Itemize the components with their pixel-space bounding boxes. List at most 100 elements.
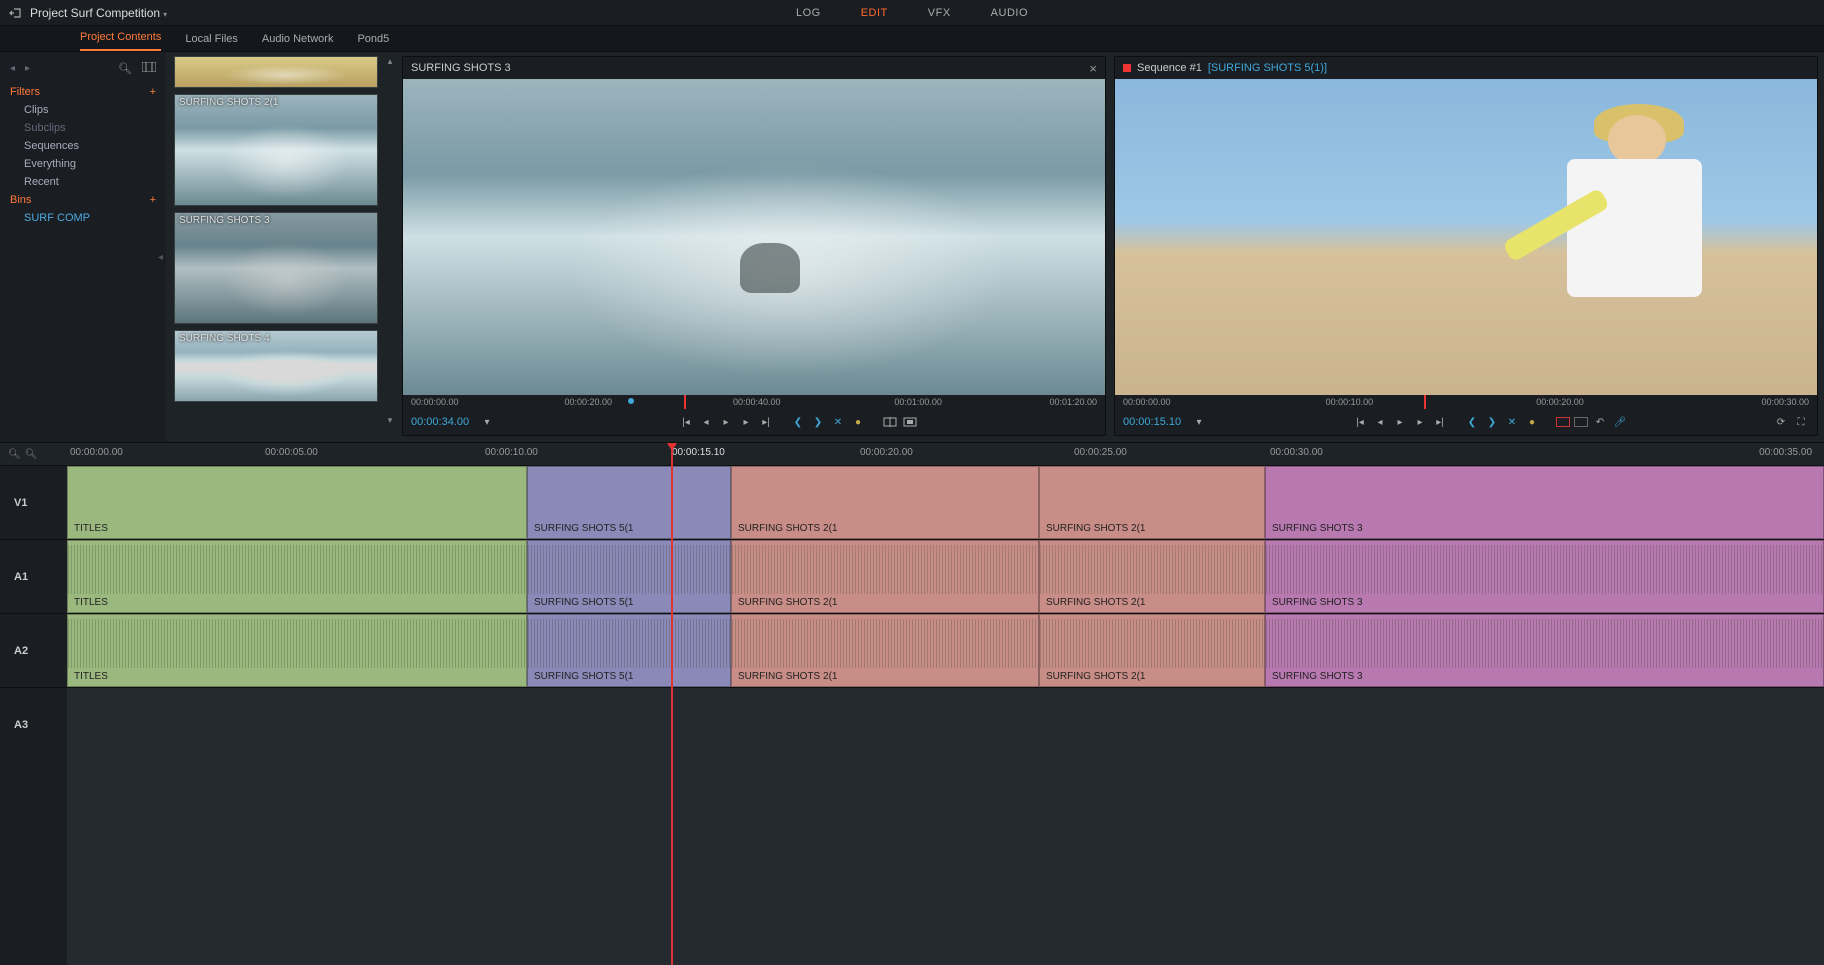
chevron-down-icon: ▾ [163, 10, 167, 19]
view-mode-icon[interactable] [142, 62, 156, 75]
filters-label: Filters [10, 86, 40, 98]
scroll-up-icon[interactable]: ▴ [388, 56, 393, 67]
clip[interactable]: SURFING SHOTS 5(1 [527, 614, 731, 687]
chevron-down-icon[interactable]: ▾ [1191, 414, 1207, 430]
import-icon[interactable] [8, 6, 22, 20]
play-icon[interactable]: ▸ [1392, 414, 1408, 430]
record-viewer-ruler[interactable]: 00:00:00.00 00:00:10.00 00:00:20.00 00:0… [1115, 395, 1817, 409]
scroll-down-icon[interactable]: ▾ [388, 415, 393, 426]
clip[interactable]: SURFING SHOTS 2(1 [731, 540, 1039, 613]
arrow-left-icon[interactable]: ◂ [10, 63, 15, 74]
filter-subclips[interactable]: Subclips [0, 119, 166, 137]
add-marker-icon[interactable]: ● [850, 414, 866, 430]
clip[interactable]: SURFING SHOTS 3 [1265, 466, 1824, 539]
filter-recent[interactable]: Recent [0, 173, 166, 191]
clip[interactable]: SURFING SHOTS 2(1 [1039, 614, 1265, 687]
project-title-dropdown[interactable]: Project Surf Competition▾ [30, 6, 167, 20]
zoom-in-icon[interactable]: 🔍︎ [25, 449, 38, 460]
clip[interactable]: SURFING SHOTS 2(1 [731, 614, 1039, 687]
clip[interactable]: SURFING SHOTS 2(1 [1039, 540, 1265, 613]
in-point-marker[interactable] [628, 398, 634, 404]
step-forward-icon[interactable]: ▸ [1412, 414, 1428, 430]
mark-in-icon[interactable]: ❮ [1464, 414, 1480, 430]
zoom-out-icon[interactable]: 🔍︎ [8, 449, 21, 460]
source-viewer-ruler[interactable]: 00:00:00.00 00:00:20.00 00:00:40.00 00:0… [403, 395, 1105, 409]
clip[interactable]: SURFING SHOTS 2(1 [1039, 466, 1265, 539]
track-label-a2[interactable]: A2 [0, 613, 67, 687]
audio-icon[interactable]: 🎤︎ [1612, 414, 1628, 430]
filter-sequences[interactable]: Sequences [0, 137, 166, 155]
chevron-down-icon[interactable]: ▾ [479, 414, 495, 430]
clip-thumbnail[interactable]: SURFING SHOTS 4 [174, 330, 378, 402]
insert-icon[interactable] [882, 414, 898, 430]
lift-icon[interactable] [1574, 417, 1588, 427]
bin-surf-comp[interactable]: SURF COMP [0, 209, 166, 227]
goto-start-icon[interactable]: |◂ [678, 414, 694, 430]
tab-local-files[interactable]: Local Files [185, 33, 238, 51]
clip-label: SURFING SHOTS 2(1 [738, 523, 837, 534]
tab-edit[interactable]: EDIT [861, 7, 888, 19]
source-playhead-marker[interactable] [684, 395, 686, 409]
source-timecode[interactable]: 00:00:34.00 [411, 416, 471, 428]
timeline-tracks[interactable]: TITLES SURFING SHOTS 5(1 SURFING SHOTS 2… [67, 465, 1824, 965]
clip[interactable]: SURFING SHOTS 3 [1265, 614, 1824, 687]
tab-audio-network[interactable]: Audio Network [262, 33, 334, 51]
tab-vfx[interactable]: VFX [928, 7, 951, 19]
goto-end-icon[interactable]: ▸| [1432, 414, 1448, 430]
step-forward-icon[interactable]: ▸ [738, 414, 754, 430]
play-icon[interactable]: ▸ [718, 414, 734, 430]
clear-marks-icon[interactable]: ✕ [1504, 414, 1520, 430]
ruler-tick: 00:00:20.00 [564, 397, 612, 407]
mark-in-icon[interactable]: ❮ [790, 414, 806, 430]
sequence-name[interactable]: Sequence #1 [1137, 62, 1202, 74]
step-back-icon[interactable]: ◂ [698, 414, 714, 430]
record-timecode[interactable]: 00:00:15.10 [1123, 416, 1183, 428]
goto-end-icon[interactable]: ▸| [758, 414, 774, 430]
track-label-a1[interactable]: A1 [0, 539, 67, 613]
clip[interactable]: TITLES [67, 614, 527, 687]
clip[interactable]: SURFING SHOTS 5(1 [527, 540, 731, 613]
timeline-ruler[interactable]: 🔍︎ 🔍︎ 00:00:00.00 00:00:05.00 00:00:10.0… [0, 443, 1824, 465]
source-viewer-canvas[interactable] [403, 79, 1105, 395]
track-label-v1[interactable]: V1 [0, 465, 67, 539]
tab-pond5[interactable]: Pond5 [357, 33, 389, 51]
clip[interactable]: SURFING SHOTS 3 [1265, 540, 1824, 613]
clip-thumbnail[interactable]: SURFING SHOTS 3 [174, 212, 378, 324]
search-icon[interactable]: 🔍︎ [118, 62, 132, 75]
goto-start-icon[interactable]: |◂ [1352, 414, 1368, 430]
loop-icon[interactable]: ⟳ [1773, 414, 1789, 430]
clip-thumbnail[interactable] [174, 56, 378, 88]
clip[interactable]: SURFING SHOTS 5(1 [527, 466, 731, 539]
ruler-tick: 00:01:20.00 [1049, 397, 1097, 407]
overwrite-icon[interactable] [902, 414, 918, 430]
clip[interactable]: SURFING SHOTS 2(1 [731, 466, 1039, 539]
tab-audio[interactable]: AUDIO [991, 7, 1028, 19]
thumbnail-scrollbar[interactable]: ▴ ▾ [384, 56, 396, 426]
mark-out-icon[interactable]: ❯ [810, 414, 826, 430]
bins-header: Bins + [0, 191, 166, 209]
record-viewer-canvas[interactable] [1115, 79, 1817, 395]
step-back-icon[interactable]: ◂ [1372, 414, 1388, 430]
add-filter-icon[interactable]: + [150, 86, 156, 98]
clear-marks-icon[interactable]: ✕ [830, 414, 846, 430]
filter-clips[interactable]: Clips [0, 101, 166, 119]
timeline-playhead[interactable] [671, 443, 673, 965]
close-icon[interactable]: × [1089, 61, 1097, 76]
fullscreen-icon[interactable]: ⛶ [1793, 414, 1809, 430]
tab-project-contents[interactable]: Project Contents [80, 31, 161, 51]
clip[interactable]: TITLES [67, 540, 527, 613]
add-marker-icon[interactable]: ● [1524, 414, 1540, 430]
add-bin-icon[interactable]: + [150, 194, 156, 206]
undo-icon[interactable]: ↶ [1592, 414, 1608, 430]
clip-thumbnail[interactable]: SURFING SHOTS 2(1 [174, 94, 378, 206]
delete-icon[interactable] [1556, 417, 1570, 427]
track-label-a3[interactable]: A3 [0, 687, 67, 761]
arrow-right-icon[interactable]: ▸ [25, 63, 30, 74]
clip[interactable]: TITLES [67, 466, 527, 539]
ruler-tick: 00:00:20.00 [1536, 397, 1584, 407]
record-playhead-marker[interactable] [1424, 395, 1426, 409]
filter-everything[interactable]: Everything [0, 155, 166, 173]
mark-out-icon[interactable]: ❯ [1484, 414, 1500, 430]
tab-log[interactable]: LOG [796, 7, 821, 19]
track-a3 [67, 687, 1824, 761]
